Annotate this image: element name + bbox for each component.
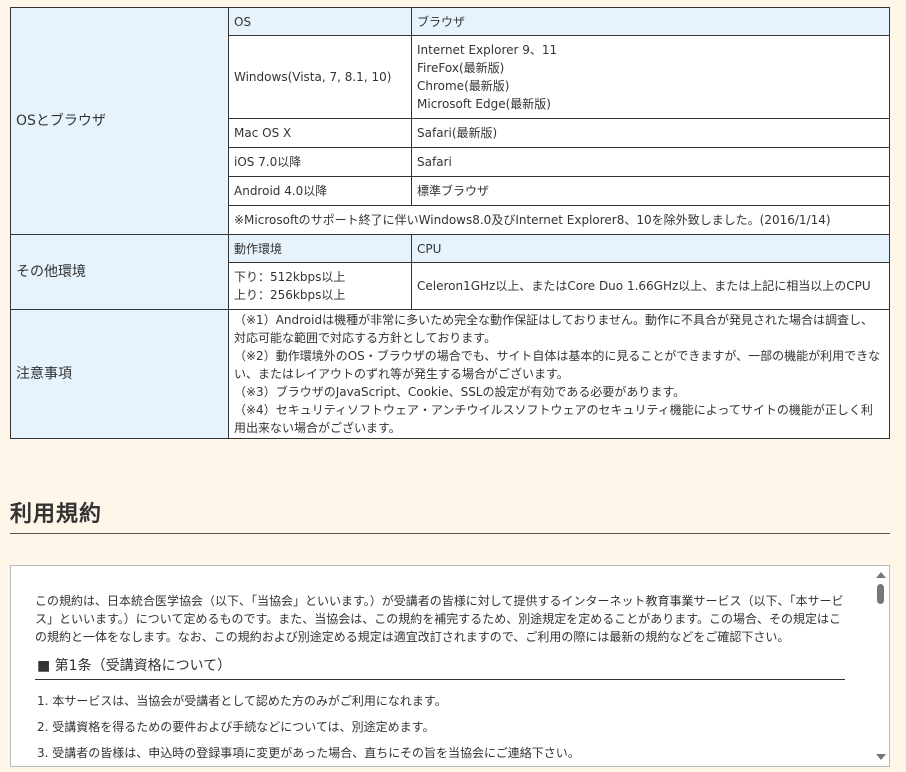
network-env: 下り：512kbps以上 上り：256kbps以上	[228, 262, 412, 310]
down-speed: 下り：512kbps以上	[234, 270, 346, 284]
terms-scroll-box[interactable]: この規約は、日本統合医学協会（以下、「当協会」といいます。）が受講者の皆様に対し…	[10, 565, 890, 767]
cpu-value: Celeron1GHz以上、またはCore Duo 1.66GHz以上、または上…	[411, 262, 890, 310]
note-item: （※1）Androidは機種が非常に多いため完全な動作保証はしておりません。動作…	[234, 313, 874, 345]
terms-title: 利用規約	[10, 496, 890, 534]
browser-ios: Safari	[411, 147, 890, 177]
os-ios: iOS 7.0以降	[228, 147, 412, 177]
note-item: （※2）動作環境外のOS・ブラウザの場合でも、サイト自体は基本的に見ることができ…	[234, 349, 881, 381]
article-1-list: 1. 本サービスは、当協会が受講者として認めた方のみがご利用になれます。 2. …	[35, 692, 851, 762]
list-item: 2. 受講資格を得るための要件および手続などについては、別途定めます。	[37, 720, 435, 734]
article-1-title: ■ 第1条（受講資格について）	[35, 657, 845, 680]
terms-content: この規約は、日本統合医学協会（以下、「当協会」といいます。）が受講者の皆様に対し…	[35, 592, 851, 766]
cpu-header: CPU	[411, 234, 890, 263]
env-header: 動作環境	[228, 234, 412, 263]
os-browser-note: ※Microsoftのサポート終了に伴いWindows8.0及びInternet…	[228, 205, 890, 235]
terms-intro: この規約は、日本統合医学協会（以下、「当協会」といいます。）が受講者の皆様に対し…	[35, 594, 844, 644]
scroll-down-arrow-icon[interactable]	[876, 754, 886, 760]
browser-android: 標準ブラウザ	[411, 176, 890, 206]
note-item: （※4）セキュリティソフトウェア・アンチウイルスソフトウェアのセキュリティ機能に…	[234, 403, 873, 435]
scroll-up-arrow-icon[interactable]	[876, 572, 886, 578]
requirements-table: OSとブラウザ OS ブラウザ Windows(Vista, 7, 8.1, 1…	[10, 7, 890, 439]
scrollbar-thumb[interactable]	[877, 584, 884, 604]
other-env-label: その他環境	[10, 234, 229, 310]
list-item: 3. 受講者の皆様は、申込時の登録事項に変更があった場合、直ちにその旨を当協会に…	[37, 746, 580, 760]
notes-content: （※1）Androidは機種が非常に多いため完全な動作保証はしておりません。動作…	[228, 309, 890, 439]
browser-header: ブラウザ	[411, 7, 890, 36]
browser-mac: Safari(最新版)	[411, 118, 890, 148]
up-speed: 上り：256kbps以上	[234, 288, 346, 302]
terms-scrollbar[interactable]	[872, 566, 889, 766]
list-item: 1. 本サービスは、当協会が受講者として認めた方のみがご利用になれます。	[37, 694, 447, 708]
os-mac: Mac OS X	[228, 118, 412, 148]
notes-label: 注意事項	[10, 309, 229, 439]
note-item: （※3）ブラウザのJavaScript、Cookie、SSLの設定が有効である必…	[234, 385, 686, 399]
os-browser-label: OSとブラウザ	[10, 7, 229, 235]
os-android: Android 4.0以降	[228, 176, 412, 206]
browser-item: FireFox(最新版)	[417, 61, 505, 75]
os-windows: Windows(Vista, 7, 8.1, 10)	[228, 35, 412, 119]
os-header: OS	[228, 7, 412, 36]
browser-item: Internet Explorer 9、11	[417, 43, 558, 57]
browsers-windows: Internet Explorer 9、11 FireFox(最新版) Chro…	[411, 35, 890, 119]
browser-item: Microsoft Edge(最新版)	[417, 97, 551, 111]
browser-item: Chrome(最新版)	[417, 79, 510, 93]
